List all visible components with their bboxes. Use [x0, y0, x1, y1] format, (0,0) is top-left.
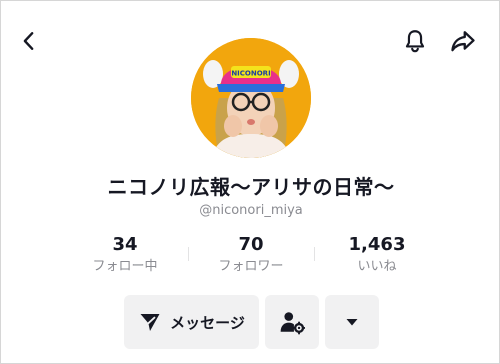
stats-divider [314, 247, 315, 261]
more-options-button[interactable] [325, 295, 379, 349]
likes-count: 1,463 [348, 234, 406, 255]
likes-stat[interactable]: 1,463 いいね [317, 233, 437, 277]
caret-down-icon [346, 319, 358, 326]
message-button-label: メッセージ [170, 313, 245, 332]
bell-icon [405, 30, 425, 53]
avatar-image: NICONORI [191, 38, 311, 158]
notification-button[interactable] [397, 23, 433, 59]
following-label: フォロー中 [92, 259, 158, 274]
followers-count: 70 [238, 234, 264, 255]
share-button[interactable] [445, 23, 481, 59]
username: @niconori_miya [199, 203, 303, 218]
likes-label: いいね [357, 259, 397, 274]
chevron-left-icon [23, 32, 34, 50]
stats-divider [188, 247, 189, 261]
share-arrow-icon [451, 31, 475, 52]
followers-label: フォロワー [218, 259, 284, 274]
profile-screen: NICONORI ニコノリ広報〜アリサの日常〜 @niconori_miya 3… [0, 0, 500, 364]
follow-settings-button[interactable] [265, 295, 319, 349]
profile-stats: 34 フォロー中 70 フォロワー 1,463 いいね [65, 233, 437, 281]
message-button[interactable]: メッセージ [124, 295, 259, 349]
following-stat[interactable]: 34 フォロー中 [65, 233, 185, 277]
send-icon [140, 314, 160, 331]
cap-logo-text: NICONORI [231, 70, 270, 78]
following-count: 34 [112, 234, 138, 255]
avatar[interactable]: NICONORI [191, 38, 311, 158]
display-name: ニコノリ広報〜アリサの日常〜 [107, 175, 395, 199]
user-gear-icon [280, 312, 305, 335]
followers-stat[interactable]: 70 フォロワー [191, 233, 311, 277]
back-button[interactable] [11, 23, 47, 59]
